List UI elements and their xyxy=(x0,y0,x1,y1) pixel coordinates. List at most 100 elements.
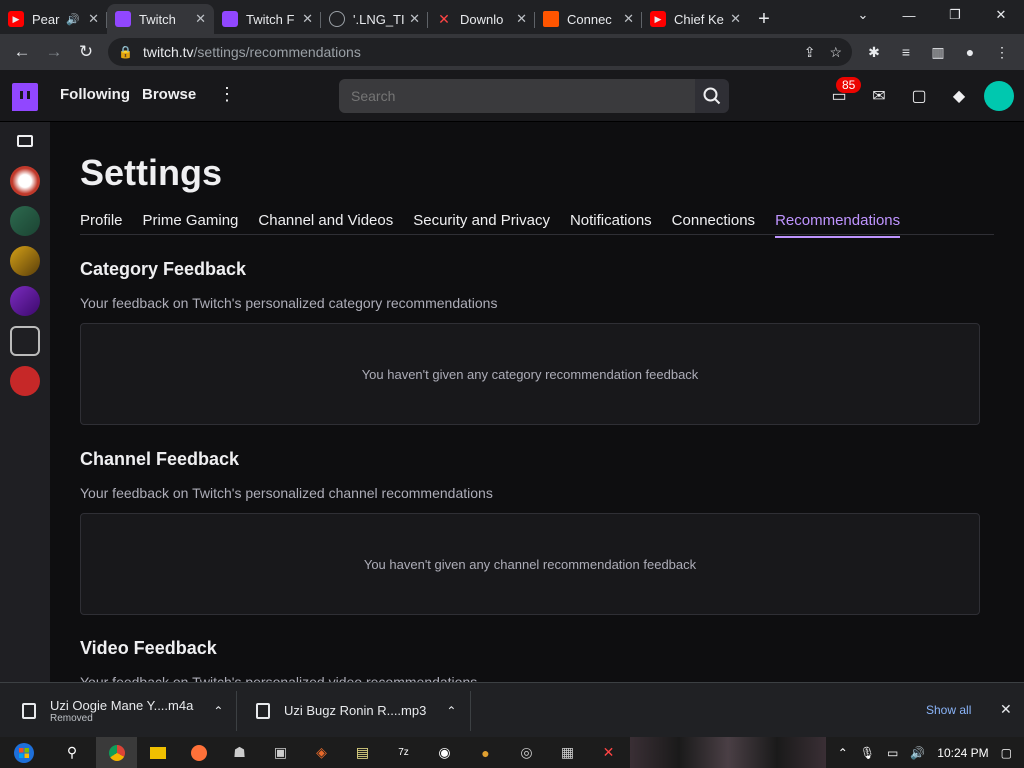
channel-avatar[interactable] xyxy=(10,246,40,276)
video-camera-icon[interactable] xyxy=(17,135,33,147)
clock[interactable]: 10:24 PM xyxy=(937,746,988,760)
download-item[interactable]: Uzi Bugz Ronin R....mp3 ⌃ xyxy=(256,683,456,738)
back-icon[interactable]: ← xyxy=(6,36,38,68)
tab-title: Downlo xyxy=(460,11,504,27)
menu-kebab-icon[interactable]: ⋮ xyxy=(988,38,1016,66)
forward-icon[interactable]: → xyxy=(38,36,70,68)
new-tab-button[interactable]: + xyxy=(749,4,779,34)
channel-avatar[interactable] xyxy=(10,206,40,236)
close-icon[interactable]: ✕ xyxy=(409,11,420,27)
channel-avatar[interactable] xyxy=(10,166,40,196)
microphone-icon[interactable]: 🎙 xyxy=(860,746,875,760)
window-controls: ⌄ — ❐ ✕ xyxy=(840,0,1024,30)
empty-feedback-card: You haven't given any channel recommenda… xyxy=(80,513,980,615)
section-subtitle: Your feedback on Twitch's personalized c… xyxy=(80,295,498,311)
side-panel-icon[interactable]: ▥ xyxy=(924,38,952,66)
tab-title: Twitch xyxy=(139,11,176,27)
file-explorer-icon[interactable] xyxy=(137,737,178,768)
browser-tab-strip: ▶ Pear 🔊 ✕ Twitch ✕ Twitch F ✕ '.LNG_TI … xyxy=(0,0,1024,34)
user-avatar[interactable] xyxy=(984,81,1014,111)
browser-tab[interactable]: ▶ Chief Ke ✕ xyxy=(642,4,749,34)
speaker-icon[interactable]: 🔊 xyxy=(66,13,80,26)
media-player-icon[interactable]: ◉ xyxy=(424,737,465,768)
more-kebab-icon[interactable]: ⋮ xyxy=(218,84,236,105)
close-icon[interactable]: ✕ xyxy=(195,11,206,27)
reload-icon[interactable]: ↻ xyxy=(70,36,102,68)
app-icon[interactable]: ● xyxy=(465,737,506,768)
browser-tab-active[interactable]: Twitch ✕ xyxy=(107,4,214,34)
maximize-icon[interactable]: ❐ xyxy=(932,0,978,30)
followed-channels-sidebar xyxy=(0,122,50,682)
close-icon[interactable]: ✕ xyxy=(730,11,741,27)
volume-icon[interactable]: 🔊 xyxy=(910,746,925,760)
browser-tab[interactable]: ▶ Pear 🔊 ✕ xyxy=(0,4,107,34)
chevron-up-icon[interactable]: ⌃ xyxy=(446,704,456,718)
file-icon xyxy=(22,702,36,719)
system-tray: ⌃ 🎙 ▭ 🔊 10:24 PM ▢ xyxy=(838,737,1024,768)
page-title: Settings xyxy=(80,152,223,193)
media-queue-icon[interactable]: ≡ xyxy=(892,38,920,66)
lock-icon[interactable]: 🔒 xyxy=(118,45,133,59)
mail-icon[interactable]: ✉ xyxy=(869,87,889,105)
twitch-icon xyxy=(222,11,238,27)
whispers-icon[interactable]: ▢ xyxy=(909,87,929,105)
close-icon[interactable]: ✕ xyxy=(302,11,313,27)
search-icon[interactable]: ⚲ xyxy=(48,737,96,768)
notification-center-icon[interactable]: ▢ xyxy=(1001,746,1012,760)
tab-title: '.LNG_TI xyxy=(353,11,405,27)
close-icon[interactable]: ✕ xyxy=(623,11,634,27)
channel-avatar[interactable] xyxy=(10,326,40,356)
globe-icon xyxy=(329,11,345,27)
search-button[interactable] xyxy=(695,79,729,113)
x-logo-icon[interactable]: ✕ xyxy=(588,737,629,768)
download-name: Uzi Bugz Ronin R....mp3 xyxy=(284,703,427,718)
divider xyxy=(470,691,471,731)
tab-title: Pear xyxy=(32,11,60,27)
7zip-icon[interactable]: 7z xyxy=(383,737,424,768)
network-icon[interactable]: ▭ xyxy=(887,746,898,760)
profile-icon[interactable]: ● xyxy=(956,38,984,66)
search-input[interactable] xyxy=(339,79,695,113)
chevron-up-icon[interactable]: ⌃ xyxy=(838,746,848,760)
square-icon xyxy=(543,11,559,27)
app-icon[interactable]: ▦ xyxy=(547,737,588,768)
bookmark-star-icon[interactable]: ☆ xyxy=(829,44,842,61)
obs-icon[interactable]: ◎ xyxy=(506,737,547,768)
puzzle-icon[interactable]: ✱ xyxy=(860,38,888,66)
tab-title: Twitch F xyxy=(246,11,295,27)
browser-tab[interactable]: Connec ✕ xyxy=(535,4,642,34)
show-all-button[interactable]: Show all xyxy=(926,703,971,717)
browser-tab[interactable]: ✕ Downlo ✕ xyxy=(428,4,535,34)
empty-message: You haven't given any category recommend… xyxy=(361,366,699,382)
taskbar-thumbnails[interactable] xyxy=(630,737,826,768)
close-icon[interactable]: ✕ xyxy=(88,11,99,27)
tab-search-icon[interactable]: ⌄ xyxy=(840,0,886,30)
browse-link[interactable]: Browse xyxy=(142,86,196,103)
windows-start-icon[interactable] xyxy=(0,737,48,768)
close-icon[interactable]: ✕ xyxy=(1000,701,1012,718)
crown-gem-icon[interactable]: ◆ xyxy=(949,87,969,105)
chrome-icon[interactable] xyxy=(96,737,137,768)
empty-feedback-card: You haven't given any category recommend… xyxy=(80,323,980,425)
browser-tab[interactable]: '.LNG_TI ✕ xyxy=(321,4,428,34)
notepad-icon[interactable]: ▤ xyxy=(342,737,383,768)
close-icon[interactable]: ✕ xyxy=(516,11,527,27)
terminal-icon[interactable]: ▣ xyxy=(260,737,301,768)
app-icon[interactable]: ☗ xyxy=(219,737,260,768)
share-icon[interactable]: ⇪ xyxy=(804,44,816,61)
twitch-logo-icon[interactable] xyxy=(12,83,38,111)
browser-tab[interactable]: Twitch F ✕ xyxy=(214,4,321,34)
minimize-icon[interactable]: — xyxy=(886,0,932,30)
download-item[interactable]: Uzi Oogie Mane Y....m4a Removed ⌃ xyxy=(22,683,223,738)
close-window-icon[interactable]: ✕ xyxy=(978,0,1024,30)
channel-avatar[interactable] xyxy=(10,286,40,316)
firefox-icon[interactable] xyxy=(178,737,219,768)
windows-taskbar: ⚲ ☗ ▣ ◈ ▤ 7z ◉ ● ◎ ▦ ✕ ⌃ 🎙 ▭ 🔊 10:24 PM … xyxy=(0,737,1024,768)
following-link[interactable]: Following xyxy=(60,86,130,103)
app-icon[interactable]: ◈ xyxy=(301,737,342,768)
channel-avatar[interactable] xyxy=(10,366,40,396)
url-bar[interactable]: 🔒 twitch.tv/settings/recommendations ⇪ ☆ xyxy=(108,38,852,66)
downloads-bar: Uzi Oogie Mane Y....m4a Removed ⌃ Uzi Bu… xyxy=(0,682,1024,737)
chevron-up-icon[interactable]: ⌃ xyxy=(213,704,223,718)
youtube-icon: ▶ xyxy=(8,11,24,27)
